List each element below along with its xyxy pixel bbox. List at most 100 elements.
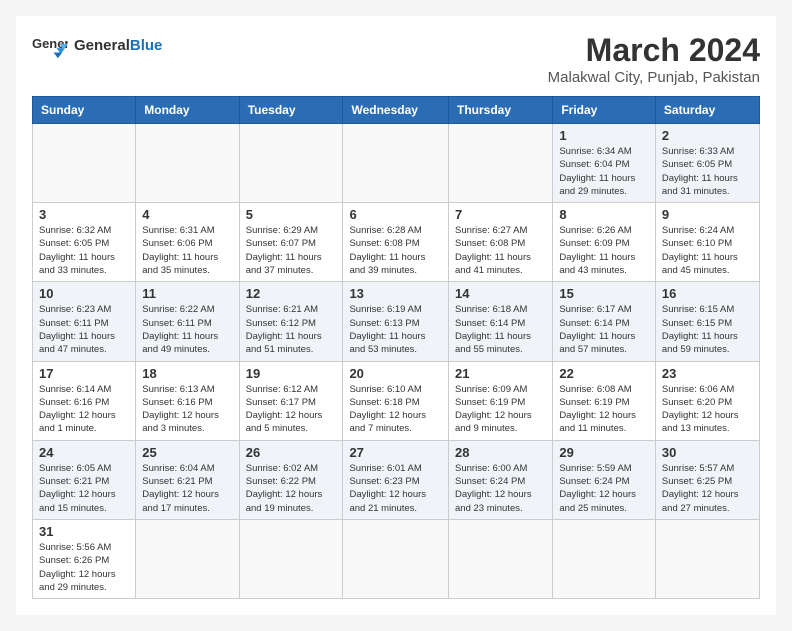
- day-info: Sunrise: 5:57 AM Sunset: 6:25 PM Dayligh…: [662, 462, 753, 515]
- day-number: 4: [142, 207, 232, 222]
- day-info: Sunrise: 6:34 AM Sunset: 6:04 PM Dayligh…: [559, 145, 649, 198]
- day-info: Sunrise: 6:24 AM Sunset: 6:10 PM Dayligh…: [662, 224, 753, 277]
- calendar-cell: [553, 519, 656, 598]
- day-info: Sunrise: 6:26 AM Sunset: 6:09 PM Dayligh…: [559, 224, 649, 277]
- calendar-cell: 19 Sunrise: 6:12 AM Sunset: 6:17 PM Dayli…: [239, 361, 343, 440]
- day-number: 11: [142, 286, 232, 301]
- title-block: March 2024 Malakwal City, Punjab, Pakist…: [548, 32, 760, 86]
- calendar-cell: 9 Sunrise: 6:24 AM Sunset: 6:10 PM Daylig…: [655, 203, 759, 282]
- day-number: 6: [349, 207, 442, 222]
- calendar-cell: [239, 124, 343, 203]
- col-header-monday: Monday: [136, 97, 239, 124]
- day-number: 16: [662, 286, 753, 301]
- calendar-cell: 13Sunrise: 6:19 AM Sunset: 6:13 PM Dayli…: [343, 282, 449, 361]
- day-info: Sunrise: 6:23 AM Sunset: 6:11 PM Dayligh…: [39, 303, 129, 356]
- day-number: 5: [246, 207, 337, 222]
- calendar-cell: 20Sunrise: 6:10 AM Sunset: 6:18 PM Dayli…: [343, 361, 449, 440]
- day-number: 7: [455, 207, 546, 222]
- day-number: 2: [662, 128, 753, 143]
- calendar-cell: [136, 124, 239, 203]
- calendar-cell: [449, 519, 553, 598]
- calendar-cell: 28Sunrise: 6:00 AM Sunset: 6:24 PM Dayli…: [449, 440, 553, 519]
- day-info: Sunrise: 6:05 AM Sunset: 6:21 PM Dayligh…: [39, 462, 129, 515]
- col-header-saturday: Saturday: [655, 97, 759, 124]
- calendar-cell: 4 Sunrise: 6:31 AM Sunset: 6:06 PM Daylig…: [136, 203, 239, 282]
- day-number: 25: [142, 445, 232, 460]
- day-info: Sunrise: 6:02 AM Sunset: 6:22 PM Dayligh…: [246, 462, 337, 515]
- calendar-cell: 29 Sunrise: 5:59 AM Sunset: 6:24 PM Dayli…: [553, 440, 656, 519]
- day-info: Sunrise: 6:17 AM Sunset: 6:14 PM Dayligh…: [559, 303, 649, 356]
- logo-text: GeneralBlue: [74, 38, 162, 55]
- header: General GeneralBlue March 2024 Malakwal …: [32, 32, 760, 86]
- calendar-cell: [33, 124, 136, 203]
- location-title: Malakwal City, Punjab, Pakistan: [548, 69, 760, 86]
- day-info: Sunrise: 6:31 AM Sunset: 6:06 PM Dayligh…: [142, 224, 232, 277]
- calendar-row: 1 Sunrise: 6:34 AM Sunset: 6:04 PM Daylig…: [33, 124, 760, 203]
- logo: General GeneralBlue: [32, 32, 162, 60]
- calendar-cell: 31Sunrise: 5:56 AM Sunset: 6:26 PM Dayli…: [33, 519, 136, 598]
- calendar-cell: 12 Sunrise: 6:21 AM Sunset: 6:12 PM Dayli…: [239, 282, 343, 361]
- calendar-row: 17 Sunrise: 6:14 AM Sunset: 6:16 PM Dayli…: [33, 361, 760, 440]
- day-info: Sunrise: 6:22 AM Sunset: 6:11 PM Dayligh…: [142, 303, 232, 356]
- day-info: Sunrise: 6:14 AM Sunset: 6:16 PM Dayligh…: [39, 383, 129, 436]
- calendar-cell: [655, 519, 759, 598]
- day-info: Sunrise: 6:29 AM Sunset: 6:07 PM Dayligh…: [246, 224, 337, 277]
- calendar-cell: 22Sunrise: 6:08 AM Sunset: 6:19 PM Dayli…: [553, 361, 656, 440]
- day-info: Sunrise: 6:27 AM Sunset: 6:08 PM Dayligh…: [455, 224, 546, 277]
- calendar-cell: [136, 519, 239, 598]
- day-info: Sunrise: 6:21 AM Sunset: 6:12 PM Dayligh…: [246, 303, 337, 356]
- calendar-cell: 17 Sunrise: 6:14 AM Sunset: 6:16 PM Dayli…: [33, 361, 136, 440]
- calendar-cell: 23 Sunrise: 6:06 AM Sunset: 6:20 PM Dayli…: [655, 361, 759, 440]
- day-number: 29: [559, 445, 649, 460]
- day-info: Sunrise: 6:08 AM Sunset: 6:19 PM Dayligh…: [559, 383, 649, 436]
- day-number: 23: [662, 366, 753, 381]
- day-number: 10: [39, 286, 129, 301]
- month-title: March 2024: [548, 32, 760, 69]
- day-number: 3: [39, 207, 129, 222]
- day-info: Sunrise: 5:56 AM Sunset: 6:26 PM Dayligh…: [39, 541, 129, 594]
- calendar-cell: [239, 519, 343, 598]
- day-number: 17: [39, 366, 129, 381]
- col-header-friday: Friday: [553, 97, 656, 124]
- day-info: Sunrise: 6:00 AM Sunset: 6:24 PM Dayligh…: [455, 462, 546, 515]
- calendar-row: 10 Sunrise: 6:23 AM Sunset: 6:11 PM Dayli…: [33, 282, 760, 361]
- day-info: Sunrise: 6:28 AM Sunset: 6:08 PM Dayligh…: [349, 224, 442, 277]
- calendar-cell: 5 Sunrise: 6:29 AM Sunset: 6:07 PM Daylig…: [239, 203, 343, 282]
- day-info: Sunrise: 6:12 AM Sunset: 6:17 PM Dayligh…: [246, 383, 337, 436]
- day-number: 18: [142, 366, 232, 381]
- day-info: Sunrise: 6:32 AM Sunset: 6:05 PM Dayligh…: [39, 224, 129, 277]
- day-number: 26: [246, 445, 337, 460]
- calendar-cell: [343, 519, 449, 598]
- calendar-row: 24Sunrise: 6:05 AM Sunset: 6:21 PM Dayli…: [33, 440, 760, 519]
- calendar-cell: 11 Sunrise: 6:22 AM Sunset: 6:11 PM Dayli…: [136, 282, 239, 361]
- day-number: 19: [246, 366, 337, 381]
- calendar-row: 3 Sunrise: 6:32 AM Sunset: 6:05 PM Daylig…: [33, 203, 760, 282]
- col-header-thursday: Thursday: [449, 97, 553, 124]
- page: General GeneralBlue March 2024 Malakwal …: [16, 16, 776, 615]
- day-info: Sunrise: 6:09 AM Sunset: 6:19 PM Dayligh…: [455, 383, 546, 436]
- day-number: 30: [662, 445, 753, 460]
- day-number: 14: [455, 286, 546, 301]
- day-number: 27: [349, 445, 442, 460]
- day-number: 9: [662, 207, 753, 222]
- calendar-row: 31Sunrise: 5:56 AM Sunset: 6:26 PM Dayli…: [33, 519, 760, 598]
- day-info: Sunrise: 6:04 AM Sunset: 6:21 PM Dayligh…: [142, 462, 232, 515]
- logo-icon: General: [32, 32, 68, 60]
- day-number: 12: [246, 286, 337, 301]
- day-info: Sunrise: 6:06 AM Sunset: 6:20 PM Dayligh…: [662, 383, 753, 436]
- calendar-header-row: SundayMondayTuesdayWednesdayThursdayFrid…: [33, 97, 760, 124]
- day-info: Sunrise: 5:59 AM Sunset: 6:24 PM Dayligh…: [559, 462, 649, 515]
- day-number: 21: [455, 366, 546, 381]
- day-number: 1: [559, 128, 649, 143]
- calendar-cell: 7 Sunrise: 6:27 AM Sunset: 6:08 PM Daylig…: [449, 203, 553, 282]
- calendar-cell: 2Sunrise: 6:33 AM Sunset: 6:05 PM Daylig…: [655, 124, 759, 203]
- calendar-table: SundayMondayTuesdayWednesdayThursdayFrid…: [32, 96, 760, 599]
- calendar-cell: 21 Sunrise: 6:09 AM Sunset: 6:19 PM Dayli…: [449, 361, 553, 440]
- calendar-cell: 18 Sunrise: 6:13 AM Sunset: 6:16 PM Dayli…: [136, 361, 239, 440]
- day-number: 8: [559, 207, 649, 222]
- calendar-cell: 30 Sunrise: 5:57 AM Sunset: 6:25 PM Dayli…: [655, 440, 759, 519]
- col-header-sunday: Sunday: [33, 97, 136, 124]
- day-info: Sunrise: 6:13 AM Sunset: 6:16 PM Dayligh…: [142, 383, 232, 436]
- calendar-cell: 16 Sunrise: 6:15 AM Sunset: 6:15 PM Dayli…: [655, 282, 759, 361]
- day-info: Sunrise: 6:15 AM Sunset: 6:15 PM Dayligh…: [662, 303, 753, 356]
